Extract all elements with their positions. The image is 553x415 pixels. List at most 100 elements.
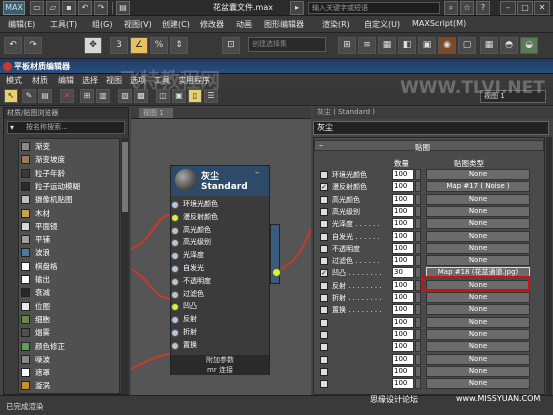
amount-field[interactable]: 100 xyxy=(392,279,414,291)
map-enable-checkbox[interactable] xyxy=(320,195,328,204)
menu-modifiers[interactable]: 修改器 xyxy=(200,19,224,30)
map-enable-checkbox[interactable] xyxy=(320,232,328,241)
amount-spinner[interactable] xyxy=(415,292,421,303)
browser-item[interactable]: 渐变 xyxy=(21,141,119,153)
output-socket[interactable] xyxy=(272,268,281,277)
input-socket[interactable] xyxy=(171,265,179,273)
slate-menu-mode[interactable]: 模式 xyxy=(6,75,22,86)
search-dropdown-icon[interactable]: ▾ xyxy=(10,123,14,132)
node-slot[interactable]: 反射 xyxy=(171,314,269,325)
pick-material-icon[interactable]: ✎ xyxy=(22,89,36,103)
render-production-icon[interactable]: ◓ xyxy=(500,37,518,54)
browser-item[interactable]: 遮罩 xyxy=(21,367,119,379)
render-frame-icon[interactable]: ▦ xyxy=(480,37,498,54)
hide-unused-icon[interactable]: ▥ xyxy=(96,89,110,103)
undo-icon[interactable]: ↶ xyxy=(4,37,22,54)
schematic-view-icon[interactable]: ▣ xyxy=(418,37,436,54)
input-socket[interactable] xyxy=(171,213,179,222)
menu-rendering[interactable]: 渲染(R) xyxy=(322,19,350,30)
map-enable-checkbox[interactable] xyxy=(320,306,328,315)
browser-item[interactable]: 波浪 xyxy=(21,247,119,259)
project-folder-icon[interactable]: ▤ xyxy=(116,1,130,15)
map-slot-button[interactable]: None xyxy=(426,378,530,390)
browser-item[interactable]: 平铺 xyxy=(21,234,119,246)
named-selection-icon[interactable]: ⊡ xyxy=(222,37,240,54)
map-enable-checkbox[interactable] xyxy=(320,257,328,266)
map-slot-button[interactable]: None xyxy=(426,218,530,230)
browser-scrollbar[interactable] xyxy=(121,138,129,394)
map-enable-checkbox[interactable] xyxy=(320,220,328,229)
map-enable-checkbox[interactable] xyxy=(320,294,328,302)
browser-item[interactable]: 渐变坡度 xyxy=(21,154,119,166)
amount-spinner[interactable] xyxy=(415,316,421,328)
map-enable-checkbox[interactable] xyxy=(320,318,328,327)
move-children-icon[interactable]: ⊞ xyxy=(80,89,94,103)
browser-item[interactable]: 细胞 xyxy=(21,314,119,326)
slate-menu-material[interactable]: 材质 xyxy=(32,75,48,86)
map-slot-button[interactable]: None xyxy=(426,242,530,254)
selection-set-dropdown[interactable]: 创建选择集 xyxy=(248,37,326,52)
node-header[interactable]: 灰尘 Standard – xyxy=(171,166,269,196)
layer-manager-icon[interactable]: ▦ xyxy=(378,37,396,54)
open-file-icon[interactable]: ▱ xyxy=(46,1,60,15)
amount-field[interactable]: 100 xyxy=(392,230,414,242)
amount-field[interactable]: 100 xyxy=(392,365,414,377)
amount-field[interactable]: 30 xyxy=(392,267,414,279)
amount-field[interactable]: 100 xyxy=(392,169,414,180)
map-slot-button[interactable]: None xyxy=(426,205,530,217)
amount-field[interactable]: 100 xyxy=(392,218,414,230)
select-tool-icon[interactable]: ↖ xyxy=(4,89,18,103)
amount-spinner[interactable] xyxy=(415,353,421,365)
extended-params[interactable]: 附加参数 xyxy=(171,355,269,365)
maximize-button[interactable]: □ xyxy=(517,1,533,15)
map-slot-button[interactable]: None xyxy=(426,316,530,328)
help-icon[interactable]: ? xyxy=(476,1,490,15)
amount-spinner[interactable] xyxy=(415,181,421,193)
menu-customize[interactable]: 自定义(U) xyxy=(364,19,400,30)
map-enable-checkbox[interactable] xyxy=(320,330,328,339)
node-slot[interactable]: 凹凸 xyxy=(171,301,269,312)
amount-field[interactable]: 100 xyxy=(392,205,414,217)
amount-spinner[interactable] xyxy=(415,279,421,291)
node-slot[interactable]: 高光级别 xyxy=(171,237,269,248)
spinner-snap-icon[interactable]: ⇕ xyxy=(170,37,188,54)
input-socket[interactable] xyxy=(171,341,179,350)
amount-field[interactable]: 100 xyxy=(392,193,414,205)
amount-field[interactable]: 100 xyxy=(392,353,414,365)
render-setup-icon[interactable]: ▢ xyxy=(458,37,476,54)
menu-graph-editors[interactable]: 图形编辑器 xyxy=(264,19,304,30)
material-editor-icon[interactable]: ◉ xyxy=(438,37,456,54)
menu-tools[interactable]: 工具(T) xyxy=(50,19,77,30)
amount-spinner[interactable] xyxy=(415,255,421,267)
slate-menu-edit[interactable]: 编辑 xyxy=(58,75,74,86)
view-tab[interactable]: 视图 1 xyxy=(139,108,173,118)
node-slot[interactable]: 折射 xyxy=(171,327,269,338)
map-slot-button[interactable]: None xyxy=(426,255,530,267)
amount-spinner[interactable] xyxy=(415,193,421,205)
save-file-icon[interactable]: ▪ xyxy=(62,1,76,15)
snaps-toggle-icon[interactable]: 3 xyxy=(110,37,128,54)
browser-item[interactable]: 噪波 xyxy=(21,354,119,366)
amount-spinner[interactable] xyxy=(415,365,421,377)
material-node[interactable]: 灰尘 Standard – 环境光颜色 漫反射颜色 高光颜色 高光级别 光泽度 自发光 不透… xyxy=(170,165,270,375)
undo-icon[interactable]: ↶ xyxy=(78,1,92,15)
browser-item[interactable]: 颜色修正 xyxy=(21,341,119,353)
map-slot-button[interactable]: None xyxy=(426,193,530,205)
map-enable-checkbox[interactable] xyxy=(320,367,328,376)
browser-item[interactable]: 烟雾 xyxy=(21,327,119,339)
amount-field[interactable]: 100 xyxy=(392,242,414,254)
amount-field[interactable]: 100 xyxy=(392,328,414,340)
angle-snap-icon[interactable]: ∠ xyxy=(130,37,148,54)
amount-field[interactable]: 100 xyxy=(392,292,414,303)
input-socket[interactable] xyxy=(171,201,179,209)
rollout-toggle[interactable]: – xyxy=(319,141,323,150)
browser-search-input[interactable]: 按名称搜索... xyxy=(7,121,125,134)
amount-spinner[interactable] xyxy=(415,341,421,353)
redo-icon[interactable]: ↷ xyxy=(24,37,42,54)
browser-item[interactable]: 木材 xyxy=(21,208,119,220)
input-socket[interactable] xyxy=(171,226,179,235)
map-slot-button[interactable]: None xyxy=(426,169,530,180)
map-enable-checkbox[interactable] xyxy=(320,380,328,389)
input-socket[interactable] xyxy=(171,329,179,337)
mr-connection[interactable]: mr 连接 xyxy=(171,365,269,375)
